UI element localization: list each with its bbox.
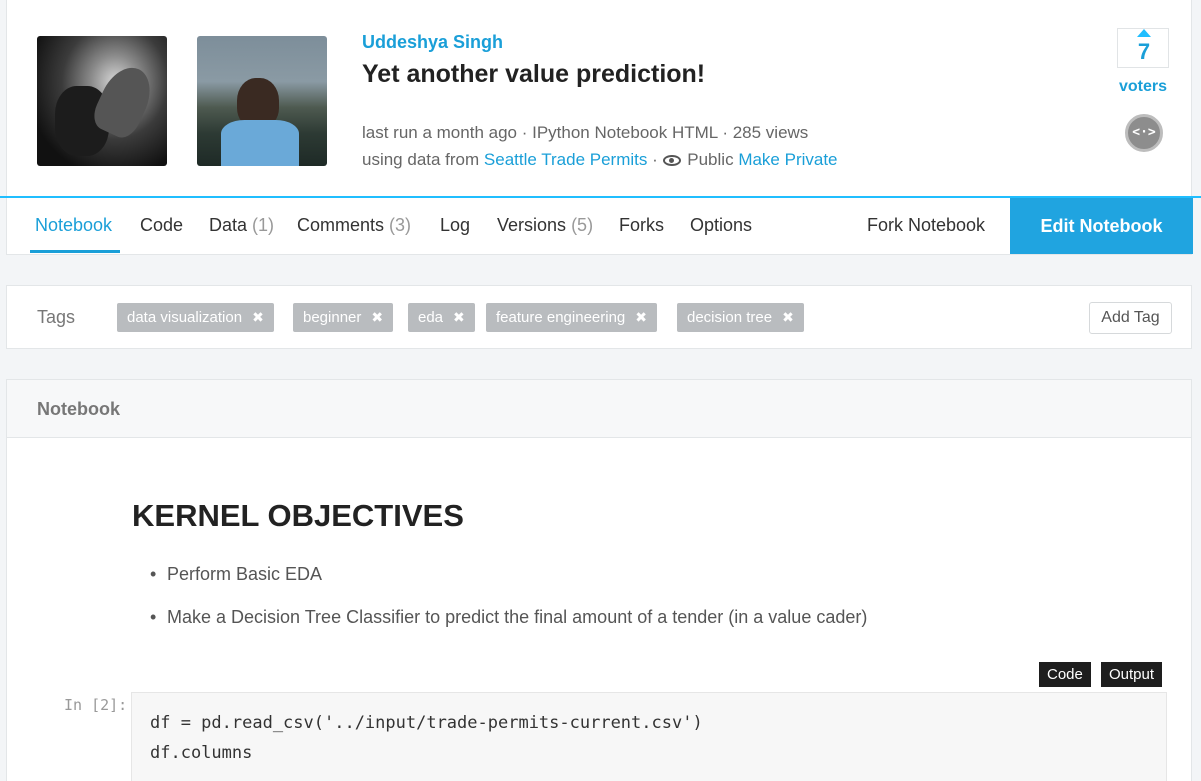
- kernel-title: Yet another value prediction!: [362, 60, 706, 88]
- tag-chip[interactable]: eda ✖: [408, 303, 475, 332]
- kernel-tabs: Notebook Code Data (1) Comments (3) Log …: [6, 198, 1193, 255]
- tab-notebook[interactable]: Notebook: [35, 215, 112, 236]
- kernel-data-source: using data from Seattle Trade Permits · …: [362, 150, 838, 170]
- tab-comments[interactable]: Comments (3): [297, 215, 411, 236]
- add-tag-button[interactable]: Add Tag: [1089, 302, 1172, 334]
- tab-label: Code: [140, 215, 184, 235]
- fork-notebook-button[interactable]: Fork Notebook: [867, 215, 985, 236]
- tab-count: (5): [571, 215, 594, 235]
- notebook-header-label: Notebook: [37, 399, 120, 419]
- tags-label: Tags: [37, 307, 76, 327]
- toggle-output-button[interactable]: Output: [1101, 662, 1163, 687]
- separator: ·: [652, 150, 658, 169]
- tab-label: Data: [209, 215, 248, 235]
- remove-tag-icon[interactable]: ✖: [635, 303, 647, 332]
- visibility-label: Public: [687, 150, 734, 169]
- tab-options[interactable]: Options: [690, 215, 752, 236]
- tab-code[interactable]: Code: [140, 215, 183, 236]
- kernel-thumbnail[interactable]: [37, 36, 167, 166]
- tag-label: decision tree: [687, 309, 773, 326]
- avatar-shirt: [221, 120, 299, 166]
- tags-panel: Tags data visualization ✖ beginner ✖ eda ✖ …: [6, 285, 1192, 349]
- tab-label: Forks: [619, 215, 664, 235]
- edit-notebook-button[interactable]: Edit Notebook: [1010, 198, 1193, 254]
- code-cell[interactable]: df = pd.read_csv('../input/trade-permits…: [131, 692, 1167, 781]
- markdown-list-item: Perform Basic EDA: [150, 564, 322, 585]
- tab-versions[interactable]: Versions (5): [497, 215, 593, 236]
- tag-chip[interactable]: feature engineering ✖: [486, 303, 657, 332]
- make-private-link[interactable]: Make Private: [738, 150, 837, 169]
- remove-tag-icon[interactable]: ✖: [252, 303, 264, 332]
- tab-forks[interactable]: Forks: [619, 215, 664, 236]
- remove-tag-icon[interactable]: ✖: [782, 303, 794, 332]
- upvote-button[interactable]: 7: [1117, 28, 1169, 68]
- code-line: df.columns: [150, 743, 253, 763]
- notebook-panel: Notebook KERNEL OBJECTIVES Perform Basic…: [6, 379, 1192, 781]
- tab-data[interactable]: Data (1): [209, 215, 274, 236]
- tag-label: data visualization: [127, 309, 243, 326]
- tag-label: feature engineering: [496, 309, 626, 326]
- code-icon[interactable]: <·>: [1125, 114, 1163, 152]
- notebook-header: Notebook: [7, 380, 1191, 438]
- tab-label: Comments: [297, 215, 385, 235]
- markdown-list-item: Make a Decision Tree Classifier to predi…: [150, 607, 867, 628]
- vote-count: 7: [1137, 39, 1151, 64]
- markdown-heading: KERNEL OBJECTIVES: [132, 498, 464, 533]
- author-avatar[interactable]: [197, 36, 327, 166]
- active-tab-indicator: [30, 250, 120, 253]
- author-name-link[interactable]: Uddeshya Singh: [362, 32, 503, 53]
- code-line: df = pd.read_csv('../input/trade-permits…: [150, 713, 703, 733]
- kernel-header: Uddeshya Singh Yet another value predict…: [6, 0, 1192, 197]
- tab-label: Options: [690, 215, 753, 235]
- tab-label: Log: [440, 215, 471, 235]
- tag-chip[interactable]: decision tree ✖: [677, 303, 804, 332]
- tab-log[interactable]: Log: [440, 215, 470, 236]
- voters-link[interactable]: voters: [1107, 78, 1179, 96]
- tab-count: (3): [389, 215, 412, 235]
- upvote-arrow-icon: [1137, 29, 1151, 37]
- tag-label: beginner: [303, 309, 362, 326]
- tab-label: Notebook: [35, 215, 113, 235]
- toggle-code-button[interactable]: Code: [1039, 662, 1091, 687]
- tag-chip[interactable]: data visualization ✖: [117, 303, 274, 332]
- tab-count: (1): [252, 215, 275, 235]
- cell-prompt: In [2]:: [64, 696, 128, 714]
- using-data-label: using data from: [362, 150, 480, 169]
- kernel-meta: last run a month ago · IPython Notebook …: [362, 123, 809, 142]
- tag-label: eda: [418, 309, 444, 326]
- tab-label: Versions: [497, 215, 567, 235]
- eye-icon: [662, 155, 681, 167]
- remove-tag-icon[interactable]: ✖: [371, 303, 383, 332]
- tag-chip[interactable]: beginner ✖: [293, 303, 394, 332]
- remove-tag-icon[interactable]: ✖: [453, 303, 465, 332]
- dataset-link[interactable]: Seattle Trade Permits: [484, 150, 647, 169]
